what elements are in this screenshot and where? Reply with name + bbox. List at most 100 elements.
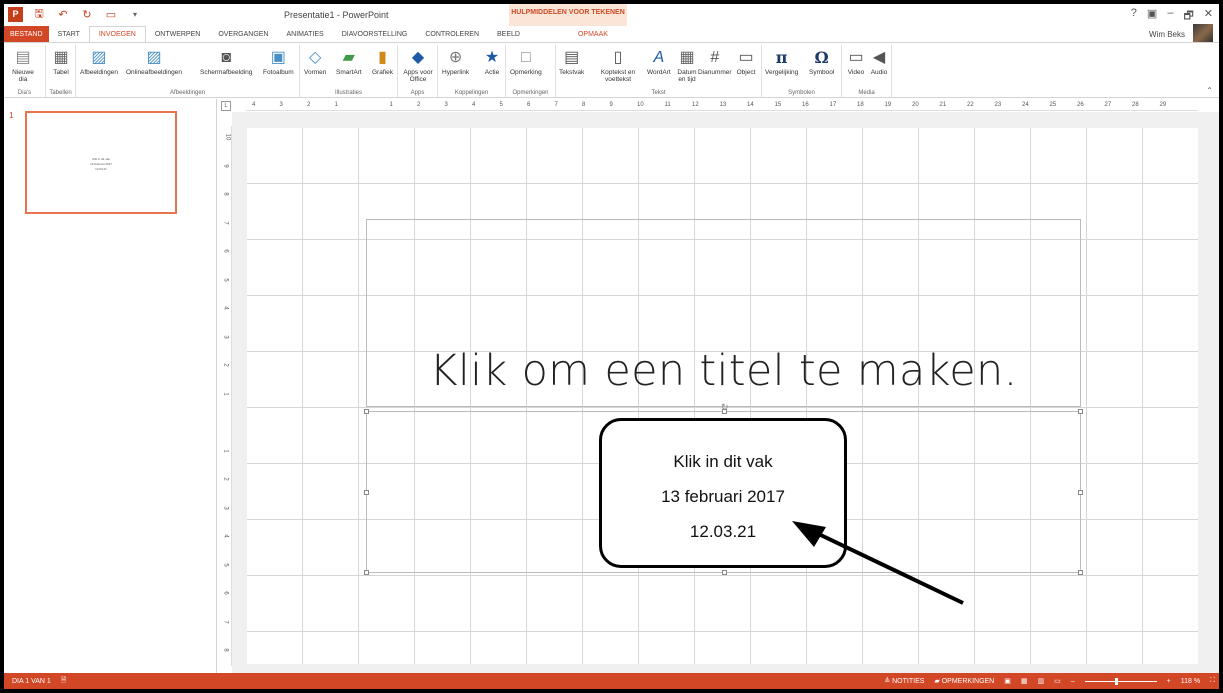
redo-icon[interactable]: ↻ <box>79 6 95 22</box>
slideshow-icon[interactable]: ▭ <box>1054 677 1061 685</box>
shapes-button[interactable]: ◇ Vormen <box>304 47 326 76</box>
smartart-icon: ▰ <box>342 48 355 66</box>
date-time-button[interactable]: ▦ Datum en tijd <box>674 47 700 83</box>
resize-handle[interactable] <box>1078 409 1083 414</box>
apps-icon: ◆ <box>411 48 425 66</box>
tab-invoegen[interactable]: INVOEGEN <box>88 26 146 42</box>
collapse-ribbon-icon[interactable]: ⌃ <box>1206 86 1213 95</box>
speaker-icon: ◀ <box>872 48 886 66</box>
screenshot-button[interactable]: ◙ Schermafbeelding <box>200 47 252 76</box>
tab-opmaak[interactable]: OPMAAK <box>569 26 617 42</box>
resize-handle[interactable] <box>364 409 369 414</box>
resize-handle[interactable] <box>722 570 727 575</box>
normal-view-icon[interactable]: ▣ <box>1004 677 1011 685</box>
group-opmerkingen: □ Opmerking Opmerkingen <box>506 45 556 97</box>
video-button[interactable]: ▭ Video <box>846 47 866 76</box>
zoom-slider[interactable] <box>1084 677 1157 685</box>
ruler-tick-label: 1 <box>222 391 229 396</box>
wordart-icon: A <box>653 48 665 66</box>
help-button[interactable]: ? <box>1131 7 1137 26</box>
online-pictures-button[interactable]: ▨ Onlineafbeeldingen <box>126 47 182 76</box>
pictures-button[interactable]: ▨ Afbeeldingen <box>80 47 118 76</box>
group-dias: ▤ Nieuwe dia Dia's <box>4 45 46 97</box>
ruler-tick-label: 6 <box>222 249 229 253</box>
ruler-tick-label: 3 <box>222 334 229 339</box>
ruler-tick-label: 1 <box>222 448 229 453</box>
ruler-tick-label: 26 <box>1077 102 1084 108</box>
chart-button[interactable]: ▮ Grafiek <box>372 47 393 76</box>
resize-handle[interactable] <box>1078 570 1083 575</box>
notes-button[interactable]: ≜ NOTITIES <box>884 677 924 685</box>
wordart-button[interactable]: A WordArt <box>647 47 671 76</box>
new-slide-button[interactable]: ▤ Nieuwe dia <box>8 47 38 83</box>
audio-button[interactable]: ◀ Audio <box>869 47 889 76</box>
tab-animaties[interactable]: ANIMATIES <box>278 26 333 42</box>
slide-canvas[interactable]: Klik om een titel te maken. ↻ <box>247 128 1198 664</box>
comment-button[interactable]: □ Opmerking <box>510 47 542 76</box>
slide-number-button[interactable]: # Dianummer <box>698 47 732 76</box>
tab-beeld[interactable]: BEELD <box>488 26 529 42</box>
action-star-icon: ★ <box>484 48 500 66</box>
tab-start[interactable]: START <box>49 26 89 42</box>
smartart-button[interactable]: ▰ SmartArt <box>336 47 362 76</box>
start-presentation-icon[interactable]: ▭ <box>103 6 119 22</box>
header-footer-button[interactable]: ▯ Koptekst en voettekst <box>592 47 644 83</box>
ruler-tick-label: 7 <box>222 220 229 225</box>
resize-handle[interactable] <box>1078 490 1083 495</box>
tab-diavoorstelling[interactable]: DIAVOORSTELLING <box>333 26 417 42</box>
tab-controleren[interactable]: CONTROLEREN <box>416 26 488 42</box>
vertical-ruler[interactable]: 10 9 8 7 6 5 4 3 2 1 1 2 3 4 5 6 7 8 <box>222 126 232 666</box>
ribbon-display-button[interactable]: ▣ <box>1147 7 1157 26</box>
tab-bestand[interactable]: BESTAND <box>4 26 49 42</box>
textbox-button[interactable]: ▤ Tekstvak <box>559 47 584 76</box>
ruler-tick-label: 5 <box>499 102 503 108</box>
minimize-button[interactable]: – <box>1167 7 1173 26</box>
ruler-tick-label: 7 <box>222 619 229 624</box>
powerpoint-logo-icon[interactable]: P <box>8 6 23 22</box>
zoom-in-icon[interactable]: + <box>1167 678 1171 685</box>
ruler-tick-label: 8 <box>222 648 229 652</box>
tab-overgangen[interactable]: OVERGANGEN <box>209 26 277 42</box>
contextual-tab-group: HULPMIDDELEN VOOR TEKENEN <box>509 4 627 26</box>
omega-icon: Ω <box>814 47 829 67</box>
zoom-level[interactable]: 118 % <box>1181 678 1200 685</box>
ruler-tick-label: 20 <box>912 102 919 108</box>
group-koppelingen: ⊕ Hyperlink ★ Actie Koppelingen <box>438 45 506 97</box>
title-placeholder-text[interactable]: Klik om een titel te maken. <box>367 346 1080 396</box>
slide-indicator[interactable]: DIA 1 VAN 1 <box>12 678 51 685</box>
apps-for-office-button[interactable]: ◆ Apps voor Office <box>402 47 434 83</box>
horizontal-ruler[interactable]: 4 3 2 1 1 2 3 4 5 6 7 8 9 10 11 12 13 14 15 16 17 18 19 20 21 22 2… <box>246 101 1198 111</box>
undo-icon[interactable]: ↶ <box>55 6 71 22</box>
ruler-tick-label: 12 <box>692 102 699 108</box>
resize-handle[interactable] <box>364 490 369 495</box>
ruler-tick-label: 6 <box>222 591 229 595</box>
ruler-tick-label: 18 <box>857 102 864 108</box>
photo-album-button[interactable]: ▣ Fotoalbum <box>263 47 294 76</box>
comments-button[interactable]: ▰ OPMERKINGEN <box>934 677 994 685</box>
textbox-icon: ▤ <box>564 48 580 66</box>
table-button[interactable]: ▦ Tabel <box>51 47 71 76</box>
equation-button[interactable]: π Vergelijking <box>765 47 798 76</box>
reading-view-icon[interactable]: ▥ <box>1038 677 1045 685</box>
customize-qat-icon[interactable]: ▾ <box>127 6 143 22</box>
title-placeholder[interactable]: Klik om een titel te maken. <box>366 219 1081 407</box>
document-title: Presentatie1 - PowerPoint <box>284 10 389 20</box>
title-bar: P 🖫 ↶ ↻ ▭ ▾ Presentatie1 - PowerPoint HU… <box>4 4 1219 26</box>
spellcheck-icon[interactable]: 🗎 <box>61 676 67 687</box>
save-icon[interactable]: 🖫 <box>31 6 47 22</box>
slide-thumbnail[interactable]: Klik in dit vak 13 februari 2017 12.03.2… <box>25 111 177 214</box>
slide-sorter-icon[interactable]: ▦ <box>1021 677 1028 685</box>
fit-slide-icon[interactable]: ⛶ <box>1210 677 1215 685</box>
resize-handle[interactable] <box>722 409 727 414</box>
symbol-button[interactable]: Ω Symbool <box>809 47 834 76</box>
tab-ontwerpen[interactable]: ONTWERPEN <box>146 26 210 42</box>
object-button[interactable]: ▭ Object <box>736 47 756 76</box>
action-button[interactable]: ★ Actie <box>482 47 502 76</box>
ruler-tick-label: 15 <box>774 102 782 108</box>
tab-selector[interactable]: L <box>221 101 231 111</box>
hyperlink-button[interactable]: ⊕ Hyperlink <box>442 47 469 76</box>
group-apps: ◆ Apps voor Office Apps <box>398 45 438 97</box>
zoom-out-icon[interactable]: – <box>1071 678 1075 685</box>
ruler-tick-label: 2 <box>307 102 311 108</box>
resize-handle[interactable] <box>364 570 369 575</box>
